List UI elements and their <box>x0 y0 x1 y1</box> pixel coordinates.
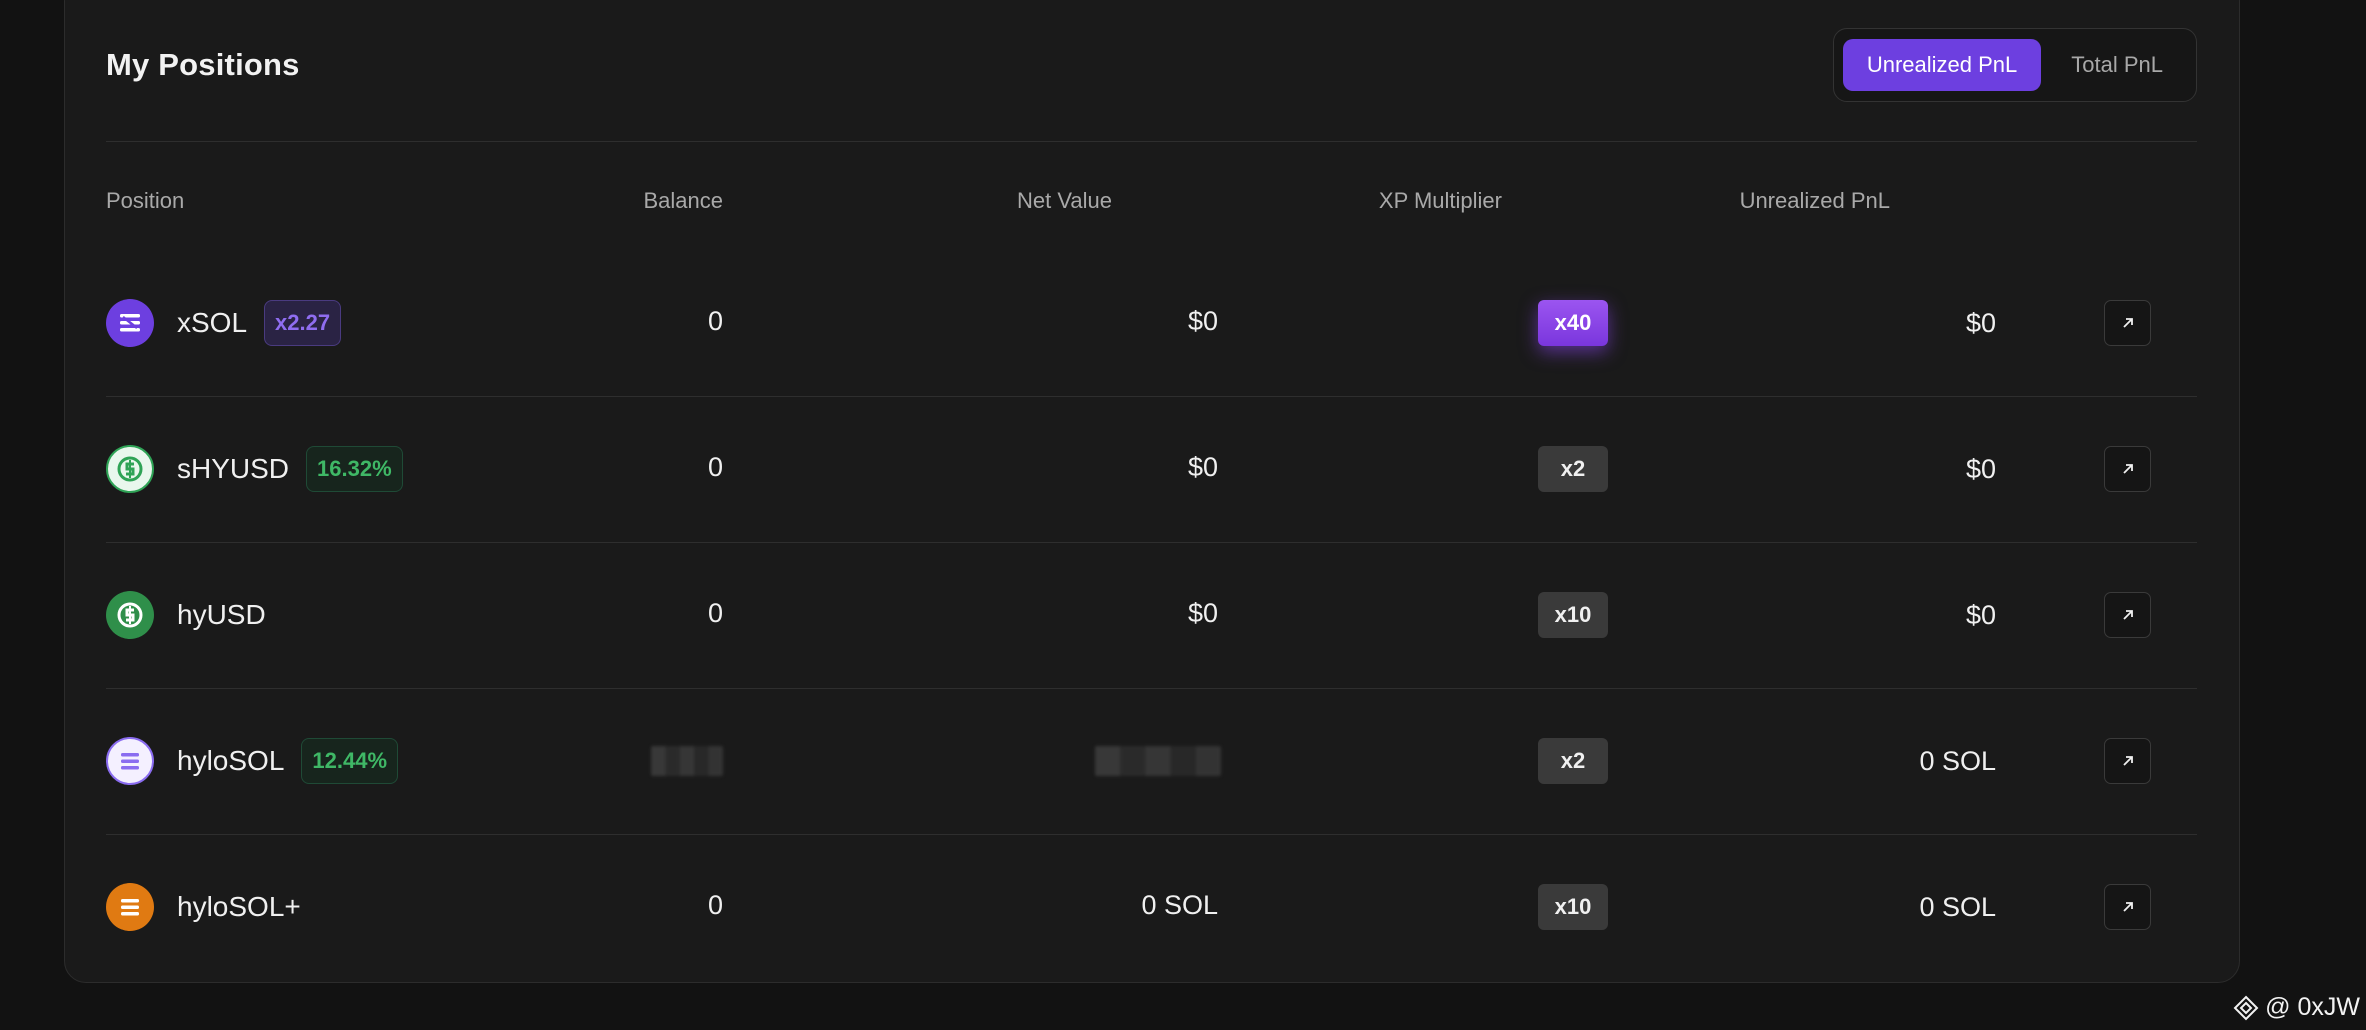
action-cell <box>2104 688 2151 834</box>
net-value-cell: $0 <box>1187 451 1218 482</box>
xp-multiplier-badge: x10 <box>1538 884 1608 930</box>
open-position-button[interactable] <box>2104 884 2151 930</box>
arrow-up-right-icon <box>2122 610 2133 620</box>
table-row[interactable]: xSOL x2.27 0 $0 x40 $0 <box>106 250 2197 396</box>
xsol-icon <box>106 299 154 347</box>
action-cell <box>2104 834 2151 980</box>
balance-cell: 0 <box>707 305 723 336</box>
binance-logo-icon <box>2233 995 2259 1020</box>
column-header-unrealized-pnl: Unrealized PnL <box>1739 188 1890 213</box>
arrow-up-right-icon <box>2122 756 2133 766</box>
open-position-button[interactable] <box>2104 446 2151 492</box>
net-value-cell: $0 <box>1187 597 1218 628</box>
panel-title: My Positions <box>106 47 300 82</box>
column-header-net-value: Net Value <box>1017 188 1112 213</box>
xp-multiplier-badge: x10 <box>1538 592 1608 638</box>
apy-badge: 16.32% <box>306 446 403 492</box>
open-position-button[interactable] <box>2104 592 2151 638</box>
column-header-xp-multiplier: XP Multiplier <box>1378 188 1502 213</box>
asset-name: hyloSOL+ <box>177 891 301 922</box>
arrow-up-right-icon <box>2122 464 2133 474</box>
asset-name: sHYUSD <box>177 453 290 484</box>
asset-name: hyloSOL <box>177 745 285 776</box>
position-cell: hyloSOL 12.44% <box>106 688 399 834</box>
table-row[interactable]: hyloSOL 12.44% x2 0 SOL <box>106 688 2197 834</box>
obscured-net-value <box>1095 746 1221 776</box>
action-cell <box>2104 250 2151 396</box>
multiplier-cell: x10 <box>1260 834 1608 980</box>
table-row[interactable]: hyloSOL+ 0 0 SOL x10 0 SOL <box>106 834 2197 980</box>
arrow-up-right-icon <box>2122 902 2133 912</box>
leverage-badge: x2.27 <box>264 300 342 346</box>
action-cell <box>2104 396 2151 542</box>
balance-cell: 0 <box>707 889 723 920</box>
page: My Positions Unrealized PnL Total PnL Po… <box>0 0 2366 1030</box>
hylosol-plus-icon <box>106 883 154 931</box>
apy-badge: 12.44% <box>301 738 399 784</box>
balance-cell: 0 <box>707 451 723 482</box>
xp-multiplier-badge: x2 <box>1538 446 1608 492</box>
obscured-balance <box>651 746 723 776</box>
pnl-cell: $0 <box>1965 307 1996 338</box>
hylosol-icon <box>106 737 154 785</box>
pnl-cell: 0 SOL <box>1919 891 1996 922</box>
hyusd-icon <box>106 591 154 639</box>
multiplier-cell: x10 <box>1260 542 1608 688</box>
open-position-button[interactable] <box>2104 300 2151 346</box>
action-cell <box>2104 542 2151 688</box>
arrow-up-right-icon <box>2122 318 2133 328</box>
shyusd-icon <box>106 445 154 493</box>
pnl-cell: 0 SOL <box>1919 745 1996 776</box>
header-divider <box>106 141 2197 142</box>
table-row[interactable]: sHYUSD 16.32% 0 $0 x2 $0 <box>106 396 2197 542</box>
open-position-button[interactable] <box>2104 738 2151 784</box>
pnl-toggle: Unrealized PnL Total PnL <box>1832 28 2197 102</box>
card-header: My Positions Unrealized PnL Total PnL <box>106 28 2197 102</box>
net-value-cell <box>880 688 1221 834</box>
position-cell: hyUSD <box>106 542 266 688</box>
net-value-cell: 0 SOL <box>1141 889 1218 920</box>
pnl-cell: $0 <box>1965 453 1996 484</box>
asset-name: xSOL <box>177 307 248 338</box>
multiplier-cell: x40 <box>1260 250 1608 396</box>
position-cell: xSOL x2.27 <box>106 250 342 396</box>
balance-cell: 0 <box>707 597 723 628</box>
position-cell: hyloSOL+ <box>106 834 301 980</box>
xp-multiplier-badge: x2 <box>1538 738 1608 784</box>
xp-multiplier-badge: x40 <box>1538 300 1608 346</box>
position-cell: sHYUSD 16.32% <box>106 396 403 542</box>
multiplier-cell: x2 <box>1260 396 1608 542</box>
multiplier-cell: x2 <box>1260 688 1608 834</box>
pnl-cell: $0 <box>1965 599 1996 630</box>
table-row[interactable]: hyUSD 0 $0 x10 $0 <box>106 542 2197 688</box>
total-pnl-tab[interactable]: Total PnL <box>2047 39 2187 91</box>
unrealized-pnl-tab[interactable]: Unrealized PnL <box>1842 39 2042 91</box>
net-value-cell: $0 <box>1187 305 1218 336</box>
watermark-text: @ 0xJW <box>2265 993 2360 1021</box>
watermark: @ 0xJW <box>2233 993 2360 1022</box>
asset-name: hyUSD <box>177 599 266 630</box>
balance-cell <box>560 688 723 834</box>
column-header-position: Position <box>106 188 185 213</box>
column-header-balance: Balance <box>643 188 723 213</box>
